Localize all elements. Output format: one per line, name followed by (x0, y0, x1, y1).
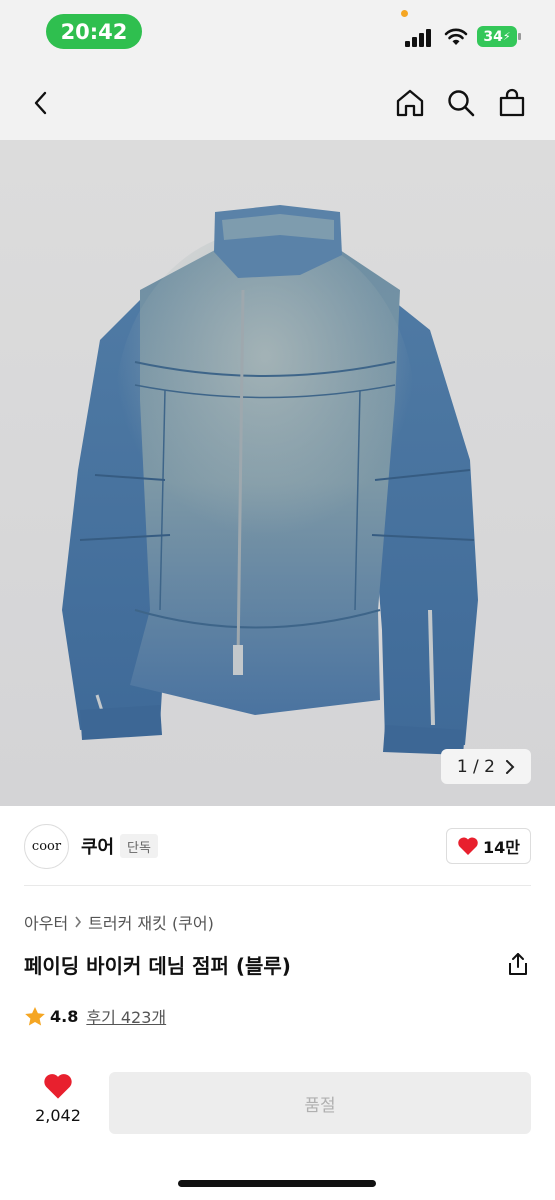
exclusive-badge: 단독 (120, 834, 158, 858)
wishlist-button[interactable]: 2,042 (28, 1072, 88, 1125)
brand-name[interactable]: 쿠어 (81, 833, 114, 859)
chevron-right-icon (75, 916, 82, 928)
product-image-gallery[interactable]: 1 / 2 (0, 140, 555, 806)
gallery-page-text: 1 / 2 (456, 756, 495, 777)
heart-icon (458, 837, 478, 855)
breadcrumb: 아우터 트러커 재킷 (쿠어) (24, 910, 214, 934)
breadcrumb-subcategory[interactable]: 트러커 재킷 (쿠어) (88, 910, 214, 934)
star-icon (25, 1006, 45, 1025)
wishlist-count: 2,042 (35, 1106, 81, 1125)
heart-icon (44, 1074, 72, 1099)
sold-out-button[interactable]: 품절 (109, 1072, 531, 1134)
denim-jacket-image (62, 205, 478, 755)
brand-row: coor 쿠어 단독 14만 (0, 806, 555, 886)
brand-like-count: 14만 (483, 838, 520, 857)
wifi-icon (444, 28, 468, 45)
product-title: 페이딩 바이커 데님 점퍼 (블루) (24, 954, 291, 978)
status-bar: 20:42 34 ⚡ (0, 0, 555, 66)
rating-value: 4.8 (50, 1006, 79, 1026)
breadcrumb-category[interactable]: 아우터 (24, 910, 68, 934)
privacy-indicator-dot (401, 10, 408, 17)
brand-logo[interactable]: coor (24, 824, 69, 869)
shopping-bag-icon[interactable] (495, 86, 529, 120)
search-icon[interactable] (444, 86, 478, 120)
battery-level: 34 (483, 28, 503, 45)
rating-row: 4.8 후기 423개 (24, 1004, 166, 1028)
back-icon[interactable] (24, 86, 58, 120)
cellular-signal-icon (405, 29, 433, 47)
home-indicator[interactable] (178, 1180, 376, 1187)
divider (24, 885, 531, 886)
home-icon[interactable] (393, 86, 427, 120)
review-link[interactable]: 후기 423개 (86, 1004, 166, 1028)
brand-like-button[interactable]: 14만 (446, 828, 531, 864)
share-icon[interactable] (507, 952, 529, 976)
chevron-right-icon (506, 759, 515, 774)
status-time: 20:42 (46, 14, 142, 49)
gallery-page-indicator[interactable]: 1 / 2 (440, 749, 531, 784)
battery-icon: 34 ⚡ (477, 26, 521, 47)
nav-bar (0, 66, 555, 140)
